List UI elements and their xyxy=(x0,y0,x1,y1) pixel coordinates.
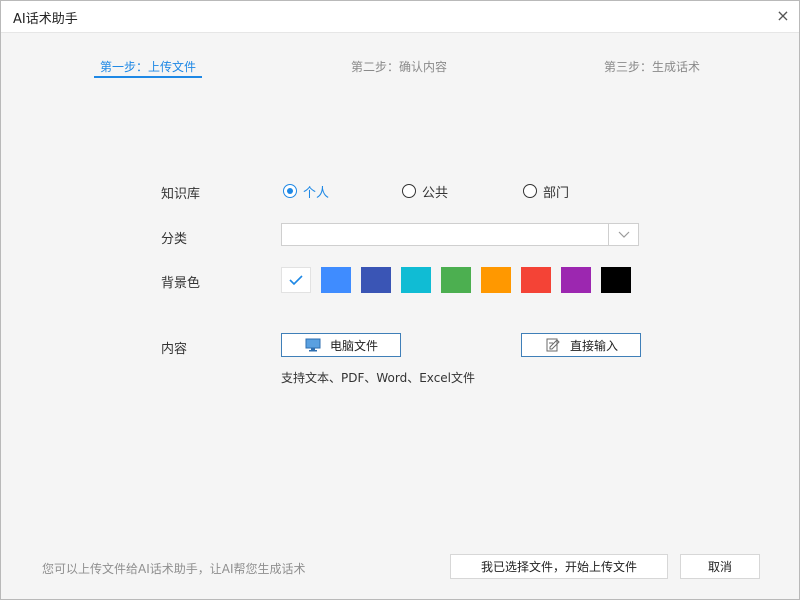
knowledge-base-label: 知识库 xyxy=(161,187,201,202)
radio-unchecked-icon xyxy=(523,184,537,198)
kb-radio-public[interactable]: 公共 xyxy=(402,182,449,201)
step-3-generate-script[interactable]: 第三步：生成话术 xyxy=(604,58,700,75)
color-swatch-cyan[interactable] xyxy=(401,267,431,293)
direct-input-button[interactable]: 直接输入 xyxy=(521,333,641,357)
direct-input-button-label: 直接输入 xyxy=(569,338,618,353)
color-swatch-red[interactable] xyxy=(521,267,551,293)
pc-file-button[interactable]: 电脑文件 xyxy=(281,333,401,357)
ai-script-assistant-window: AI话术助手 × 第一步：上传文件 第二步：确认内容 第三步：生成话术 知识库 … xyxy=(0,0,800,600)
kb-radio-department[interactable]: 部门 xyxy=(523,182,570,201)
kb-radio-personal[interactable]: 个人 xyxy=(283,182,330,201)
kb-radio-public-label: 公共 xyxy=(422,185,449,201)
step-1-upload-file[interactable]: 第一步：上传文件 xyxy=(93,58,203,78)
color-swatch-indigo[interactable] xyxy=(361,267,391,293)
color-swatch-purple[interactable] xyxy=(561,267,591,293)
background-color-label: 背景色 xyxy=(161,276,201,291)
step-2-confirm-content[interactable]: 第二步：确认内容 xyxy=(351,58,447,75)
color-swatch-white-selected[interactable] xyxy=(281,267,311,293)
radio-checked-icon xyxy=(283,184,297,198)
title-bar: AI话术助手 × xyxy=(1,1,799,33)
content-label: 内容 xyxy=(161,342,188,357)
color-swatch-black[interactable] xyxy=(601,267,631,293)
color-swatch-orange[interactable] xyxy=(481,267,511,293)
step-indicator: 第一步：上传文件 第二步：确认内容 第三步：生成话术 xyxy=(1,58,799,82)
check-icon xyxy=(289,275,303,286)
color-swatch-blue[interactable] xyxy=(321,267,351,293)
pc-file-button-label: 电脑文件 xyxy=(329,338,378,353)
kb-radio-department-label: 部门 xyxy=(543,185,570,201)
close-icon[interactable]: × xyxy=(773,6,793,26)
monitor-icon xyxy=(305,338,321,352)
window-title: AI话术助手 xyxy=(13,12,78,27)
category-select[interactable] xyxy=(281,223,639,246)
chevron-down-icon[interactable] xyxy=(608,224,638,245)
category-label: 分类 xyxy=(161,232,188,247)
radio-unchecked-icon xyxy=(402,184,416,198)
kb-radio-personal-label: 个人 xyxy=(303,185,330,201)
edit-document-icon xyxy=(546,338,560,352)
footer-note: 您可以上传文件给AI话术助手，让AI帮您生成话术 xyxy=(42,562,306,576)
supported-file-types-text: 支持文本、PDF、Word、Excel文件 xyxy=(281,371,476,385)
cancel-button[interactable]: 取消 xyxy=(680,554,760,579)
start-upload-button[interactable]: 我已选择文件，开始上传文件 xyxy=(450,554,668,579)
color-swatch-green[interactable] xyxy=(441,267,471,293)
